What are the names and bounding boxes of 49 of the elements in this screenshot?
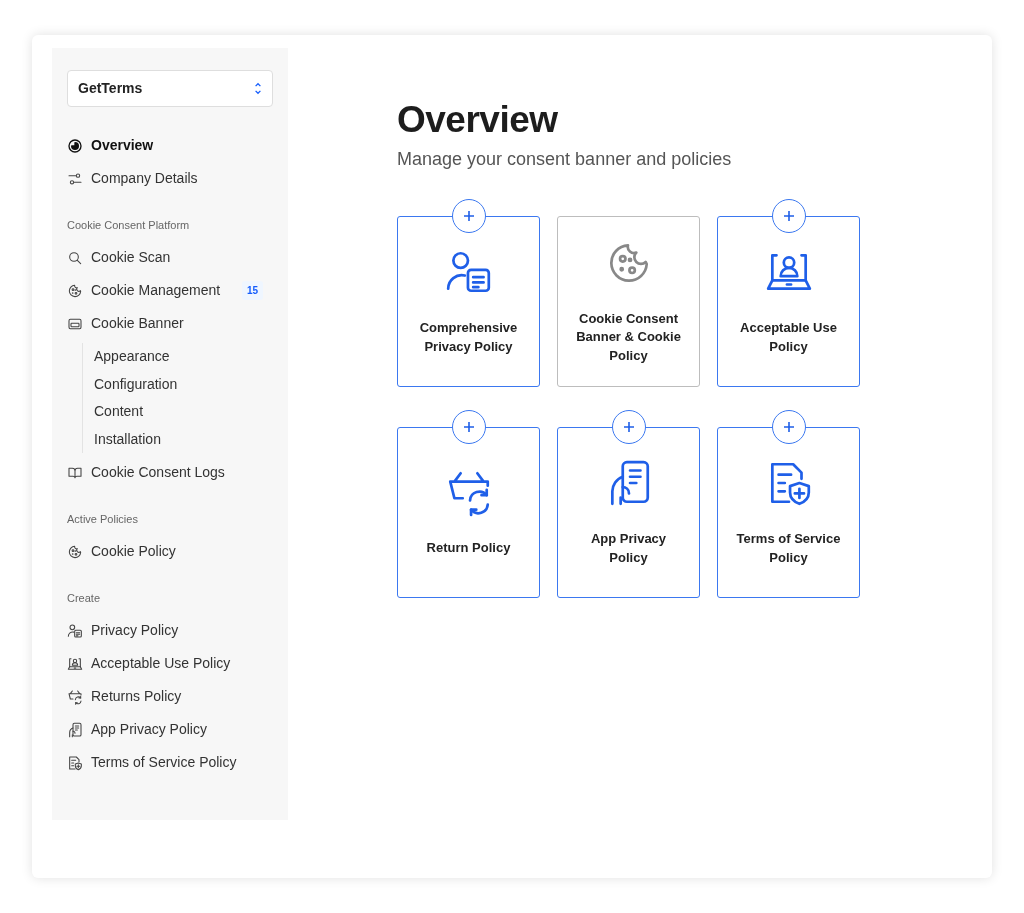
policy-card[interactable]: App Privacy Policy <box>557 427 700 598</box>
policy-card[interactable]: Return Policy <box>397 427 540 598</box>
sidebar-subitem[interactable]: Installation <box>94 425 273 453</box>
add-button[interactable] <box>451 199 486 233</box>
laptop-user-icon <box>67 655 83 672</box>
phone-hand-icon <box>67 721 83 738</box>
sidebar-item[interactable]: Overview <box>67 129 273 162</box>
section-heading: Cookie Consent Platform <box>67 217 191 233</box>
plus-icon <box>462 421 475 433</box>
section-heading: Create <box>67 590 102 606</box>
sidebar-item[interactable]: Cookie Consent Logs <box>67 456 273 489</box>
plus-icon <box>462 210 475 222</box>
policy-card[interactable]: Terms of Service Policy <box>717 427 860 598</box>
policy-card[interactable]: Cookie Consent Banner & Cookie Policy <box>557 216 700 387</box>
sidebar-subitem[interactable]: Appearance <box>94 343 273 371</box>
sidebar-item[interactable]: Returns Policy <box>67 680 273 713</box>
sidebar-item[interactable]: Terms of Service Policy <box>67 746 273 779</box>
sidebar-item[interactable]: Cookie Banner <box>67 307 273 340</box>
sidebar-item[interactable]: Acceptable Use Policy <box>67 647 273 680</box>
target-icon <box>67 137 83 154</box>
cookie-icon <box>67 282 83 299</box>
plus-icon <box>782 210 795 222</box>
sidebar-item[interactable]: App Privacy Policy <box>67 713 273 746</box>
add-button[interactable] <box>771 410 806 444</box>
sidebar-item[interactable]: Cookie Management 15 <box>67 274 273 307</box>
page-subtitle: Manage your consent banner and policies <box>397 148 733 171</box>
sidebar-item[interactable]: Cookie Policy <box>67 535 273 568</box>
basket-refresh-icon <box>67 688 83 705</box>
person-document-icon <box>67 622 83 639</box>
add-button[interactable] <box>451 410 486 444</box>
sidebar-item[interactable]: Privacy Policy <box>67 614 273 647</box>
sidebar-subitem[interactable]: Configuration <box>94 370 273 398</box>
sidebar-item[interactable]: Cookie Scan <box>67 241 273 274</box>
add-button[interactable] <box>611 410 646 444</box>
sidebar-subitem[interactable]: Content <box>94 398 273 426</box>
plus-icon <box>622 421 635 433</box>
sidebar-item[interactable]: Company Details <box>67 162 273 195</box>
section-heading: Active Policies <box>67 511 139 527</box>
policy-card[interactable]: Acceptable Use Policy <box>717 216 860 387</box>
workspace-selector[interactable]: GetTerms <box>67 70 273 107</box>
cookie-icon <box>67 543 83 560</box>
plus-icon <box>782 421 795 433</box>
policy-card[interactable]: Comprehensive Privacy Policy <box>397 216 540 387</box>
chevron-up-down-icon <box>254 82 262 95</box>
search-icon <box>67 249 83 266</box>
document-shield-icon <box>67 754 83 771</box>
add-button[interactable] <box>771 199 806 233</box>
page-title: Overview <box>397 98 559 142</box>
count-badge: 15 <box>241 281 263 300</box>
